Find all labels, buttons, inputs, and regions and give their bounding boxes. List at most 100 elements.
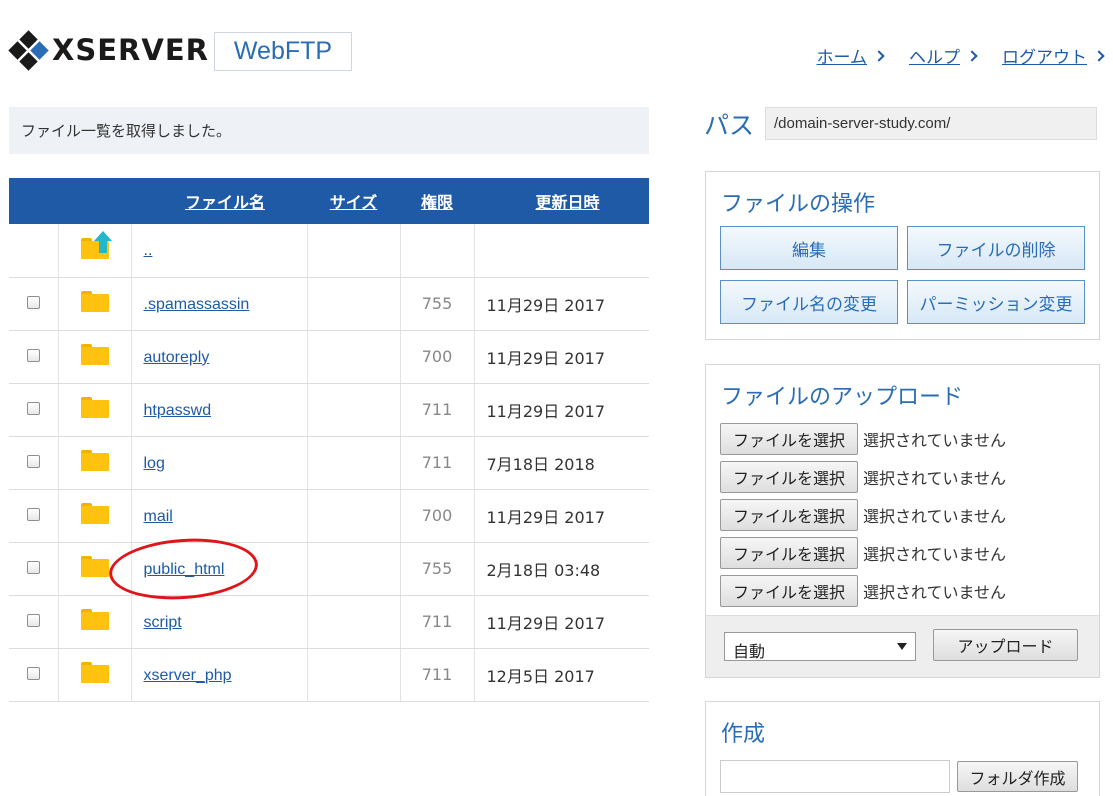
status-message: ファイル一覧を取得しました。 [9,107,649,154]
file-permission: 711 [400,595,475,649]
file-name-link[interactable]: script [144,614,182,631]
choose-file-button[interactable]: ファイルを選択 [720,575,858,607]
file-permission: 755 [400,542,475,596]
nav-help-link[interactable]: ヘルプ [909,43,978,68]
table-row[interactable]: script 711 11月29日 2017 [9,595,649,649]
file-size [307,277,401,331]
sort-by-name-link[interactable]: ファイル名 [185,193,265,212]
no-file-selected-label: 選択されていません [863,469,1007,488]
file-name-link[interactable]: autoreply [144,349,210,366]
table-row[interactable]: autoreply 700 11月29日 2017 [9,330,649,384]
create-panel: 作成 フォルダ作成 [705,701,1100,796]
file-size [307,383,401,437]
choose-file-button[interactable]: ファイルを選択 [720,537,858,569]
file-name-link[interactable]: public_html [144,561,225,578]
transfer-mode-select[interactable]: 自動 [724,632,916,661]
row-checkbox[interactable] [26,667,40,680]
file-permission: 700 [400,489,475,543]
choose-file-button[interactable]: ファイルを選択 [720,499,858,531]
path-field[interactable]: /domain-server-study.com/ [765,107,1097,140]
upload-slots: ファイルを選択 選択されていません ファイルを選択 選択されていません ファイルを選択選… [720,420,1006,610]
folder-icon [80,291,109,312]
file-permission: 700 [400,330,475,384]
edit-button[interactable]: 編集 [720,226,898,270]
nav-logout-link[interactable]: ログアウト [1002,43,1105,68]
file-name-link[interactable]: .spamassassin [144,296,250,313]
upload-slot: ファイルを選択 選択されていません [720,534,1006,572]
no-file-selected-label: 選択されていません [863,583,1007,602]
header-size-cell: サイズ [307,178,400,224]
file-size [307,436,401,490]
upload-slot: ファイルを選択 選択されていません [720,572,1006,610]
file-name-link[interactable]: log [144,455,165,472]
folder-icon [80,450,109,471]
delete-file-button[interactable]: ファイルの削除 [907,226,1085,270]
header-name-cell: ファイル名 [131,178,307,224]
header-perm-cell: 権限 [400,178,474,224]
row-checkbox[interactable] [26,402,40,415]
file-name-link[interactable]: mail [144,508,173,525]
table-row[interactable]: htpasswd 711 11月29日 2017 [9,383,649,437]
file-ops-panel: ファイルの操作 編集 ファイルの削除 ファイル名の変更 パーミッション変更 [705,171,1100,340]
header-check-cell [9,178,58,224]
file-size [307,648,401,702]
choose-file-button[interactable]: ファイルを選択 [720,423,858,455]
no-file-selected-label: 選択されていません [863,507,1007,526]
create-folder-button[interactable]: フォルダ作成 [957,761,1078,792]
xserver-logo-mark [8,30,49,71]
path-label: パス [704,111,755,140]
file-size [307,330,401,384]
file-list-table: ファイル名 サイズ 権限 更新日時 .. .spamassassin 755 11月… [9,178,649,702]
upload-button[interactable]: アップロード [933,629,1078,661]
sort-by-date-link[interactable]: 更新日時 [535,193,599,212]
parent-dir-link[interactable]: .. [144,242,153,259]
sort-by-perm-link[interactable]: 権限 [421,193,453,212]
table-row[interactable]: public_html 755 2月18日 03:48 [9,542,649,596]
folder-icon [80,662,109,683]
file-modified-date: 7月18日 2018 [474,436,649,490]
folder-name-input[interactable] [720,760,950,793]
row-checkbox[interactable] [26,508,40,521]
folder-icon [80,344,109,365]
file-modified-date: 11月29日 2017 [474,383,649,437]
transfer-mode-value: 自動 [733,642,766,661]
nav-home-link[interactable]: ホーム [817,43,885,68]
rename-button[interactable]: ファイル名の変更 [720,280,898,324]
file-modified-date: 2月18日 03:48 [474,542,649,596]
file-modified-date: 11月29日 2017 [474,330,649,384]
header-date-cell: 更新日時 [474,178,649,224]
row-checkbox[interactable] [26,561,40,574]
sort-by-size-link[interactable]: サイズ [330,193,378,212]
file-permission: 711 [400,436,475,490]
logo-text: XSERVER [52,33,209,67]
table-row[interactable]: .spamassassin 755 11月29日 2017 [9,277,649,331]
file-size [307,542,401,596]
upload-footer: 自動 アップロード [706,615,1099,677]
top-nav: ホーム ヘルプ ログアウト [817,43,1105,68]
row-checkbox[interactable] [26,296,40,309]
header-icon-cell [58,178,131,224]
file-ops-buttons: 編集 ファイルの削除 ファイル名の変更 パーミッション変更 [720,226,1085,324]
permission-change-button[interactable]: パーミッション変更 [907,280,1085,324]
folder-icon [80,397,109,418]
choose-file-button[interactable]: ファイルを選択 [720,461,858,493]
table-row[interactable]: mail 700 11月29日 2017 [9,489,649,543]
file-modified-date: 11月29日 2017 [474,595,649,649]
chevron-right-icon [1093,49,1105,62]
upload-slot: ファイルを選択 選択されていません [720,420,1006,458]
table-header-row: ファイル名 サイズ 権限 更新日時 [9,178,649,224]
row-checkbox[interactable] [26,614,40,627]
chevron-right-icon [966,49,978,62]
table-row[interactable]: log 711 7月18日 2018 [9,436,649,490]
row-checkbox[interactable] [26,455,40,468]
nav-logout-label: ログアウト [1002,48,1087,68]
row-checkbox[interactable] [26,349,40,362]
table-row[interactable]: xserver_php 711 12月5日 2017 [9,648,649,702]
file-modified-date: 12月5日 2017 [474,648,649,702]
parent-folder-icon [80,230,112,259]
file-modified-date: 11月29日 2017 [474,277,649,331]
file-name-link[interactable]: htpasswd [144,402,212,419]
upload-slot: ファイルを選択 選択されていません [720,458,1006,496]
upload-slot: ファイルを選択 選択されていません [720,496,1006,534]
file-name-link[interactable]: xserver_php [144,667,232,684]
